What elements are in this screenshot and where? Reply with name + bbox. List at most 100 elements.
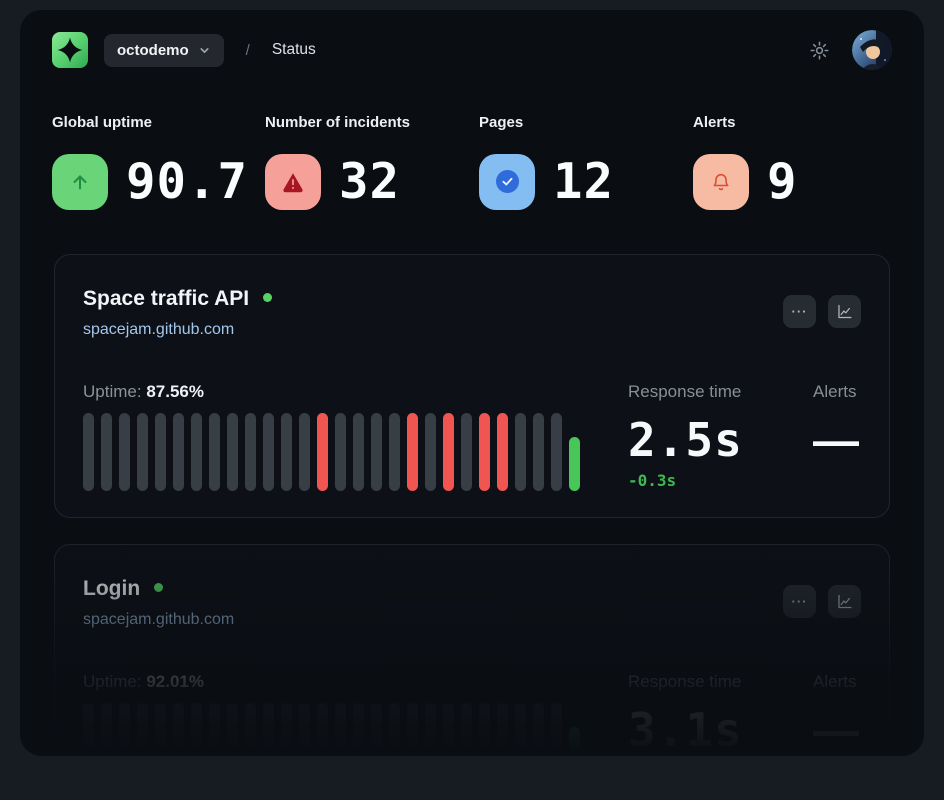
service-title: Space traffic API [83,285,249,313]
response-time-column: Response time 2.5s -0.3s [628,381,813,491]
uptime-bar-gray [281,413,292,491]
gear-icon [809,40,830,61]
uptime-label: Uptime: [83,382,142,401]
status-dot [154,583,163,592]
uptime-bar-gray [317,703,328,756]
org-switcher-button[interactable]: octodemo [104,34,224,67]
uptime-bar-green [569,437,580,491]
uptime-value: 92.01% [146,672,204,691]
uptime-bar-chart [83,703,583,756]
uptime-bar-green [569,727,580,756]
uptime-bar-gray [119,703,130,756]
uptime-bar-gray [101,413,112,491]
alerts-label: Alerts [813,671,859,693]
service-url-link[interactable]: spacejam.github.com [83,609,234,631]
uptime-bar-red [479,413,490,491]
more-options-button[interactable]: ··· [783,585,816,618]
uptime-bar-gray [371,703,382,756]
stat-value: 32 [339,153,400,210]
top-bar: octodemo / Status [20,10,924,70]
uptime-bar-gray [137,703,148,756]
response-time-label: Response time [628,381,813,403]
uptime-bar-gray [101,703,112,756]
line-chart-icon [836,593,853,610]
uptime-bar-gray [209,413,220,491]
uptime-bar-gray [227,413,238,491]
uptime-bar-gray [551,413,562,491]
service-cards: Space traffic API spacejam.github.com ··… [20,254,924,756]
uptime-bar-gray [389,703,400,756]
uptime-bar-gray [83,413,94,491]
stat-value: 12 [553,153,614,210]
stat-pages: Pages 12 [479,114,693,210]
sparkle-star-icon [55,35,85,65]
uptime-bar-gray [335,413,346,491]
uptime-bar-gray [515,703,526,756]
uptime-bar-gray [353,703,364,756]
uptime-bar-chart [83,413,583,491]
more-options-button[interactable]: ··· [783,295,816,328]
uptime-bar-gray [533,703,544,756]
uptime-bar-gray [299,703,310,756]
stats-row: Global uptime 90.7 Number of incidents [20,114,924,210]
uptime-bar-gray [191,703,202,756]
stat-global-uptime: Global uptime 90.7 [52,114,265,210]
uptime-bar-gray [461,703,472,756]
ellipsis-icon: ··· [792,595,808,608]
uptime-bar-gray [83,703,94,756]
uptime-bar-gray [425,413,436,491]
alerts-column: Alerts — [813,381,859,491]
uptime-bar-red [407,413,418,491]
uptime-bar-gray [137,413,148,491]
stat-label: Alerts [693,114,892,131]
service-card-login: Login spacejam.github.com ··· [54,544,890,756]
uptime-bar-gray [173,413,184,491]
service-title: Login [83,575,140,603]
uptime-bar-gray [353,413,364,491]
uptime-bar-gray [191,413,202,491]
uptime-bar-gray [119,413,130,491]
settings-button[interactable] [809,40,830,61]
uptime-bar-gray [407,703,418,756]
ellipsis-icon: ··· [792,305,808,318]
uptime-bar-gray [551,703,562,756]
response-time-value: 2.5s [628,415,813,465]
uptime-bar-gray [389,413,400,491]
stat-label: Number of incidents [265,114,479,131]
warning-triangle-icon [265,154,321,210]
service-url-link[interactable]: spacejam.github.com [83,319,234,341]
response-time-label: Response time [628,671,813,693]
trend-up-icon [52,154,108,210]
brand-logo [52,32,88,68]
alerts-column: Alerts — [813,671,859,756]
breadcrumb-page-title: Status [272,41,316,59]
uptime-bar-gray [209,703,220,756]
stat-label: Global uptime [52,114,265,131]
user-avatar[interactable] [852,30,892,70]
uptime-bar-gray [281,703,292,756]
app-window: octodemo / Status [20,10,924,756]
breadcrumb-separator: / [246,42,250,59]
alerts-value: — [813,415,859,465]
uptime-bar-gray [461,413,472,491]
bell-icon [693,154,749,210]
view-chart-button[interactable] [828,295,861,328]
uptime-bar-gray [479,703,490,756]
uptime-bar-gray [443,703,454,756]
alerts-label: Alerts [813,381,859,403]
status-dot [263,293,272,302]
uptime-bar-gray [227,703,238,756]
uptime-bar-gray [299,413,310,491]
uptime-bar-gray [155,703,166,756]
uptime-bar-gray [425,703,436,756]
uptime-bar-gray [173,703,184,756]
uptime-label: Uptime: [83,672,142,691]
stat-value: 9 [767,153,798,210]
check-circle-icon [479,154,535,210]
uptime-bar-red [317,413,328,491]
uptime-bar-gray [155,413,166,491]
uptime-bar-gray [263,703,274,756]
view-chart-button[interactable] [828,585,861,618]
stat-incidents: Number of incidents 32 [265,114,479,210]
uptime-value: 87.56% [146,382,204,401]
